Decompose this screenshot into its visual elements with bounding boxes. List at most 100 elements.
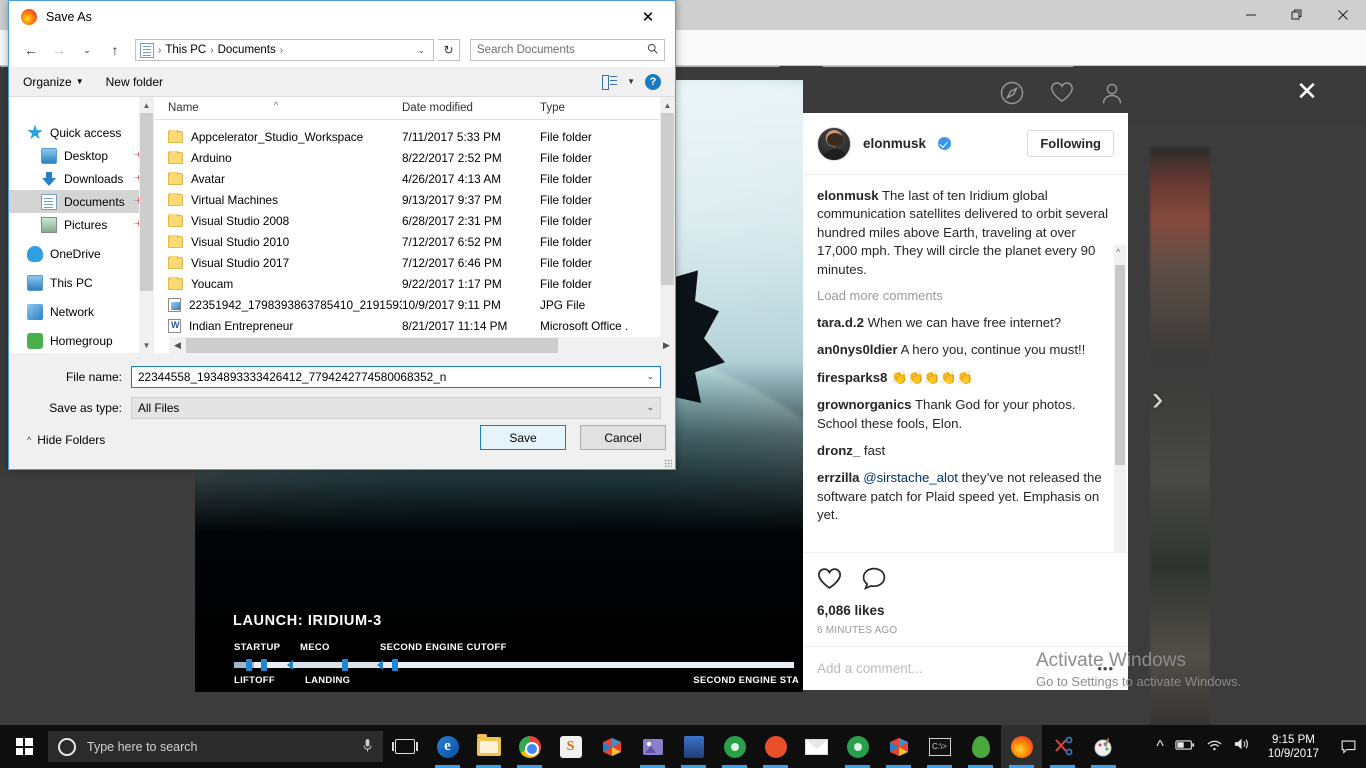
scroll-up-icon[interactable]: ▲ bbox=[139, 97, 154, 113]
instagram-comments-list[interactable]: elonmusk The last of ten Iridium global … bbox=[803, 175, 1128, 552]
dialog-close-button[interactable]: ✕ bbox=[627, 2, 669, 32]
view-chevron-down-icon[interactable]: ▼ bbox=[627, 77, 635, 86]
cancel-button[interactable]: Cancel bbox=[580, 425, 666, 450]
firefox-icon[interactable] bbox=[1001, 725, 1042, 768]
dialog-search-input[interactable]: Search Documents bbox=[470, 39, 665, 61]
nav-item-homegroup[interactable]: Homegroup bbox=[9, 329, 154, 352]
hide-folders-button[interactable]: ^ Hide Folders bbox=[27, 433, 105, 447]
profile-avatar-icon[interactable] bbox=[1100, 81, 1124, 105]
breadcrumb-item-this-pc[interactable]: This PC bbox=[165, 44, 206, 56]
speech-bubble-icon[interactable] bbox=[862, 567, 886, 595]
visual-studio-icon[interactable] bbox=[591, 725, 632, 768]
table-row[interactable]: Visual Studio 2008 6/28/2017 2:31 PM Fil… bbox=[154, 210, 675, 231]
green-drop-icon[interactable] bbox=[960, 725, 1001, 768]
chrome-icon[interactable] bbox=[509, 725, 550, 768]
caption-author[interactable]: elonmusk bbox=[817, 188, 879, 203]
file-name-input[interactable]: 22344558_1934893333426412_77942427745800… bbox=[131, 365, 661, 388]
comment-author[interactable]: firesparks8 bbox=[817, 370, 887, 385]
chevron-down-icon[interactable]: ⌄ bbox=[646, 371, 654, 382]
nav-item-pictures[interactable]: Pictures 📌 bbox=[9, 213, 154, 236]
scrollbar-thumb[interactable] bbox=[661, 113, 674, 285]
table-row[interactable]: Indian Entrepreneur 8/21/2017 11:14 PM M… bbox=[154, 315, 675, 336]
windows-start-icon[interactable] bbox=[0, 725, 48, 768]
file-list-pane[interactable]: Name ^ Date modified Type Appcelerator_S… bbox=[154, 97, 675, 353]
mail-icon[interactable] bbox=[796, 725, 837, 768]
up-arrow-icon[interactable]: ↑ bbox=[103, 38, 127, 62]
ai-app-icon[interactable] bbox=[673, 725, 714, 768]
comment-author[interactable]: dronz_ bbox=[817, 443, 860, 458]
table-row[interactable]: Youcam 9/22/2017 1:17 PM File folder bbox=[154, 273, 675, 294]
photos-icon[interactable] bbox=[632, 725, 673, 768]
atom-icon-2[interactable] bbox=[837, 725, 878, 768]
app-red-icon[interactable] bbox=[755, 725, 796, 768]
table-row[interactable]: Virtual Machines 9/13/2017 9:37 PM File … bbox=[154, 189, 675, 210]
file-explorer-icon[interactable] bbox=[468, 725, 509, 768]
action-center-icon[interactable] bbox=[1336, 725, 1360, 768]
nav-item-downloads[interactable]: Downloads 📌 bbox=[9, 167, 154, 190]
recent-locations-chevron-down-icon[interactable]: ⌄ bbox=[75, 38, 99, 62]
scroll-up-icon[interactable]: ^ bbox=[1116, 247, 1120, 257]
scroll-right-icon[interactable]: ▶ bbox=[658, 337, 675, 354]
comment-author[interactable]: an0nys0ldier bbox=[817, 342, 898, 357]
breadcrumb-item-documents[interactable]: Documents bbox=[218, 44, 276, 56]
load-more-comments-link[interactable]: Load more comments bbox=[817, 288, 1114, 303]
table-row[interactable]: 22351942_1798393863785410_2191593310... … bbox=[154, 294, 675, 315]
scroll-up-icon[interactable]: ▲ bbox=[660, 97, 675, 113]
microphone-icon[interactable] bbox=[362, 738, 373, 756]
following-button[interactable]: Following bbox=[1027, 130, 1114, 157]
paint-icon[interactable] bbox=[1083, 725, 1124, 768]
comment-author[interactable]: tara.d.2 bbox=[817, 315, 864, 330]
comment-mention[interactable]: @sirstache_alot bbox=[863, 470, 958, 485]
scroll-down-icon[interactable]: ▼ bbox=[139, 337, 154, 353]
nav-item-quick-access[interactable]: Quick access bbox=[9, 121, 154, 144]
table-row[interactable]: Appcelerator_Studio_Workspace 7/11/2017 … bbox=[154, 126, 675, 147]
nav-pane-scrollbar[interactable]: ▲ ▼ bbox=[139, 97, 154, 353]
comment-author[interactable]: errzilla bbox=[817, 470, 860, 485]
avatar[interactable] bbox=[817, 126, 851, 161]
nav-item-network[interactable]: Network bbox=[9, 300, 154, 323]
save-button[interactable]: Save bbox=[480, 425, 566, 450]
scroll-left-icon[interactable]: ◀ bbox=[169, 337, 186, 354]
volume-icon[interactable] bbox=[1234, 737, 1251, 756]
navigation-pane[interactable]: Quick access Desktop 📌 Downloads 📌 Docum… bbox=[9, 97, 154, 353]
file-list-scrollbar[interactable]: ▲ ▼ bbox=[660, 97, 675, 353]
scrollbar-thumb[interactable] bbox=[140, 113, 153, 291]
visual-studio-icon-2[interactable] bbox=[878, 725, 919, 768]
table-row[interactable]: Avatar 4/26/2017 4:13 AM File folder bbox=[154, 168, 675, 189]
breadcrumb[interactable]: › This PC › Documents › ⌄ bbox=[135, 39, 434, 61]
likes-count[interactable]: 6,086 likes bbox=[817, 597, 1114, 618]
help-icon[interactable]: ? bbox=[645, 73, 661, 90]
nav-item-documents[interactable]: Documents 📌 bbox=[9, 190, 154, 213]
explore-compass-icon[interactable] bbox=[1000, 81, 1024, 105]
column-header-name[interactable]: Name ^ bbox=[154, 100, 402, 114]
back-arrow-icon[interactable]: ← bbox=[19, 38, 43, 62]
taskbar-clock[interactable]: 9:15 PM 10/9/2017 bbox=[1262, 733, 1325, 761]
activity-heart-icon[interactable] bbox=[1050, 81, 1074, 105]
scrollbar-thumb[interactable] bbox=[1115, 265, 1125, 465]
command-prompt-icon[interactable]: C:\> bbox=[919, 725, 960, 768]
task-view-icon[interactable] bbox=[383, 725, 427, 768]
resize-grip[interactable] bbox=[664, 459, 672, 467]
taskbar-search-box[interactable]: Type here to search bbox=[48, 731, 383, 762]
new-folder-button[interactable]: New folder bbox=[106, 75, 163, 89]
save-as-type-select[interactable]: All Files ⌄ bbox=[131, 396, 661, 419]
forward-arrow-icon[interactable]: → bbox=[47, 38, 71, 62]
table-row[interactable]: Arduino 8/22/2017 2:52 PM File folder bbox=[154, 147, 675, 168]
edge-icon[interactable]: e bbox=[427, 725, 468, 768]
table-row[interactable]: Visual Studio 2010 7/12/2017 6:52 PM Fil… bbox=[154, 231, 675, 252]
chevron-down-icon[interactable]: ⌄ bbox=[646, 402, 654, 413]
nav-item-desktop[interactable]: Desktop 📌 bbox=[9, 144, 154, 167]
show-hidden-icons[interactable]: ^ bbox=[1156, 738, 1164, 756]
nav-item-onedrive[interactable]: OneDrive bbox=[9, 242, 154, 265]
next-media-icon[interactable]: › bbox=[1152, 380, 1163, 419]
column-header-date-modified[interactable]: Date modified bbox=[402, 102, 540, 114]
scrollbar-thumb[interactable] bbox=[186, 338, 558, 353]
nav-item-this-pc[interactable]: This PC bbox=[9, 271, 154, 294]
file-list-horizontal-scrollbar[interactable]: ◀ ▶ bbox=[169, 337, 675, 354]
more-options-icon[interactable]: ••• bbox=[1097, 661, 1114, 676]
atom-icon[interactable] bbox=[714, 725, 755, 768]
column-header-type[interactable]: Type bbox=[540, 102, 675, 114]
sublime-text-icon[interactable]: S bbox=[550, 725, 591, 768]
wifi-icon[interactable] bbox=[1206, 738, 1223, 756]
view-layout-icon[interactable] bbox=[602, 75, 618, 90]
